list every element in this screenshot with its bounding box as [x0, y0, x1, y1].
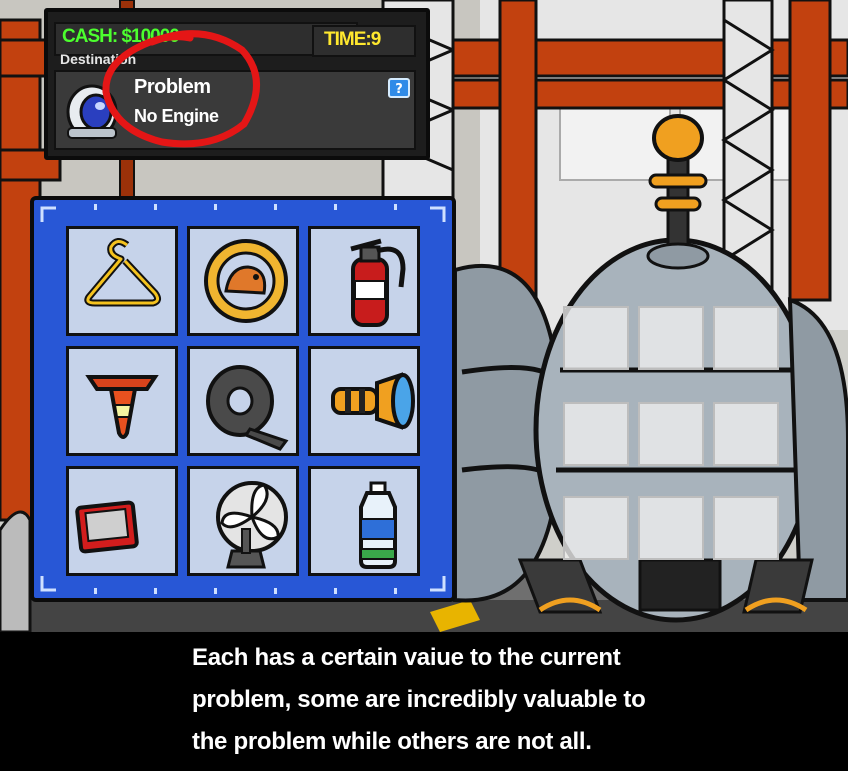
assembly-slot-8[interactable] [638, 496, 704, 560]
inventory-slot-water-bottle[interactable] [308, 466, 420, 576]
assembly-slot-2[interactable] [638, 306, 704, 370]
inventory-slot-hamster-wheel[interactable] [187, 226, 299, 336]
desk-fan-icon [216, 481, 288, 569]
assembly-slot-3[interactable] [713, 306, 779, 370]
fire-extinguisher-icon [350, 238, 406, 327]
coat-hanger-icon [84, 238, 162, 307]
caption-line: Each has a certain vaiue to the current [192, 644, 621, 671]
inventory-slot-etch-a-sketch[interactable] [66, 466, 178, 576]
etch-a-sketch-icon [75, 500, 139, 554]
assembly-slot-5[interactable] [638, 402, 704, 466]
inventory-slot-duct-tape[interactable] [187, 346, 299, 456]
inventory-slot-traffic-cone[interactable] [66, 346, 178, 456]
inventory-slot-coat-hanger[interactable] [66, 226, 178, 336]
assembly-slot-9[interactable] [713, 496, 779, 560]
caption-box: Each has a certain vaiue to the current … [0, 632, 848, 771]
game-scene: CASH: $10000 TIME:9 Destination Problem … [0, 0, 848, 632]
assembly-slot-7[interactable] [563, 496, 629, 560]
inventory-slot-fire-extinguisher[interactable] [308, 226, 420, 336]
red-circle-annotation [102, 30, 260, 148]
caption-line: the problem while others are not all. [192, 728, 592, 755]
assembly-slot-1[interactable] [563, 306, 629, 370]
caption-line: problem, some are incredibly valuable to [192, 686, 646, 713]
assembly-slot-4[interactable] [563, 402, 629, 466]
duct-tape-icon [206, 365, 289, 451]
help-button[interactable]: ? [388, 78, 410, 98]
time-readout: TIME:9 [324, 29, 381, 50]
hamster-wheel-icon [204, 239, 288, 323]
water-bottle-icon [359, 481, 397, 569]
time-box: TIME:9 [312, 25, 416, 57]
inventory-slot-desk-fan[interactable] [187, 466, 299, 576]
traffic-cone-icon [85, 375, 159, 439]
assembly-slot-6[interactable] [713, 402, 779, 466]
flashlight-icon [331, 372, 415, 430]
inventory-slot-flashlight[interactable] [308, 346, 420, 456]
inventory-panel [30, 196, 456, 602]
